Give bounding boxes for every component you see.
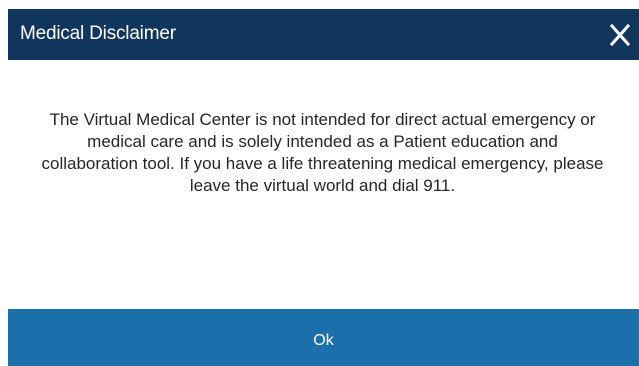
close-icon — [609, 23, 631, 47]
dialog-title: Medical Disclaimer — [20, 23, 176, 44]
close-button[interactable] — [607, 22, 633, 48]
medical-disclaimer-dialog: Medical Disclaimer The Virtual Medical C… — [0, 0, 639, 366]
dialog-title-bar: Medical Disclaimer — [8, 9, 639, 60]
ok-button[interactable]: Ok — [8, 309, 639, 366]
disclaimer-message: The Virtual Medical Center is not intend… — [41, 110, 604, 195]
